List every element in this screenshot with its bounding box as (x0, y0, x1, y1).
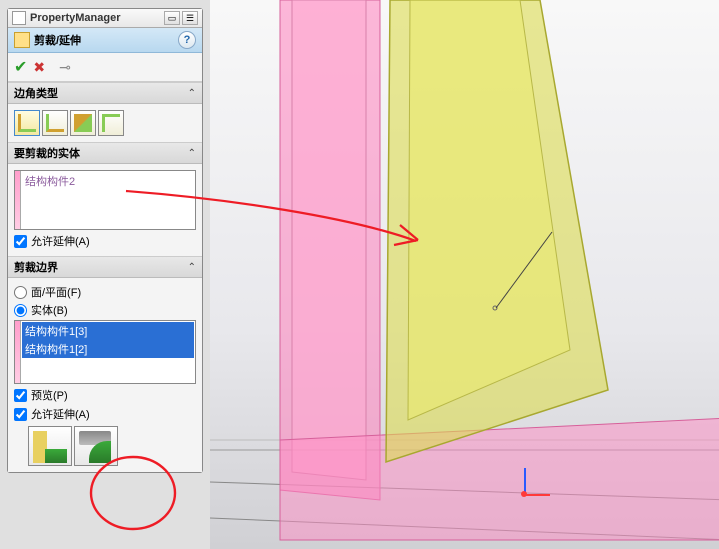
pm-tool-2-icon[interactable]: ☰ (182, 11, 198, 25)
allow-extend-input[interactable] (14, 235, 27, 248)
list-item[interactable]: 结构构件1[2] (22, 340, 194, 358)
pm-header: PropertyManager ▭ ☰ (8, 9, 202, 28)
property-manager-panel: PropertyManager ▭ ☰ 剪裁/延伸 ? ✔ ✖ ⊸ 边角类型 ⌃ (7, 8, 203, 473)
boundary-listbox[interactable]: 结构构件1[3] 结构构件1[2] (14, 320, 196, 384)
corner-type-group (14, 110, 196, 136)
chevron-up-icon: ⌃ (188, 88, 196, 99)
section-boundary-title: 剪裁边界 (14, 259, 188, 275)
section-trim-title: 要剪裁的实体 (14, 145, 188, 161)
section-corner-header[interactable]: 边角类型 ⌃ (8, 83, 202, 104)
pm-title: PropertyManager (30, 12, 164, 24)
preview-checkbox[interactable]: 预览(P) (14, 387, 196, 403)
preview-label: 预览(P) (31, 387, 68, 403)
radio-face-plane[interactable]: 面/平面(F) (14, 284, 196, 300)
pm-header-tools: ▭ ☰ (164, 11, 198, 25)
cancel-icon[interactable]: ✖ (33, 59, 45, 76)
help-icon[interactable]: ? (178, 31, 196, 49)
pm-tool-1-icon[interactable]: ▭ (164, 11, 180, 25)
end-type-coped[interactable] (74, 426, 118, 466)
allow-extend-checkbox[interactable]: 允许延伸(A) (14, 233, 196, 249)
section-corner-title: 边角类型 (14, 85, 188, 101)
section-trim-header[interactable]: 要剪裁的实体 ⌃ (8, 143, 202, 164)
radio-body-input[interactable] (14, 304, 27, 317)
radio-face-input[interactable] (14, 286, 27, 299)
trim-bodies-listbox[interactable]: 结构构件2 (14, 170, 196, 230)
graphics-viewport[interactable]: 实体 1, 1: 保留 (210, 0, 719, 549)
preview-input[interactable] (14, 389, 27, 402)
chevron-up-icon: ⌃ (188, 148, 196, 159)
pm-logo-icon (12, 11, 26, 25)
corner-type-3[interactable] (70, 110, 96, 136)
section-trim-boundary: 剪裁边界 ⌃ 面/平面(F) 实体(B) 结构构件1[3] 结构构件1[2] (8, 256, 202, 472)
radio-body-label: 实体(B) (31, 302, 68, 318)
allow-extend-label: 允许延伸(A) (31, 233, 90, 249)
allow-extend-2-label: 允许延伸(A) (31, 406, 90, 422)
ok-icon[interactable]: ✔ (14, 57, 27, 77)
feature-header: 剪裁/延伸 ? (8, 28, 202, 53)
trim-extend-icon (14, 32, 30, 48)
action-row: ✔ ✖ ⊸ (8, 53, 202, 82)
list-item[interactable]: 结构构件1[3] (22, 322, 194, 340)
allow-extend-2-checkbox[interactable]: 允许延伸(A) (14, 406, 196, 422)
radio-face-label: 面/平面(F) (31, 284, 81, 300)
feature-title: 剪裁/延伸 (34, 32, 178, 48)
corner-type-1[interactable] (14, 110, 40, 136)
model-geometry (210, 0, 719, 549)
pin-icon[interactable]: ⊸ (59, 59, 71, 76)
end-type-group (28, 426, 196, 466)
section-boundary-header[interactable]: 剪裁边界 ⌃ (8, 257, 202, 278)
chevron-up-icon: ⌃ (188, 262, 196, 273)
corner-type-4[interactable] (98, 110, 124, 136)
allow-extend-2-input[interactable] (14, 408, 27, 421)
end-type-simple[interactable] (28, 426, 72, 466)
section-corner-type: 边角类型 ⌃ (8, 82, 202, 142)
corner-type-2[interactable] (42, 110, 68, 136)
radio-body[interactable]: 实体(B) (14, 302, 196, 318)
section-trim-bodies: 要剪裁的实体 ⌃ 结构构件2 允许延伸(A) (8, 142, 202, 256)
list-item[interactable]: 结构构件2 (22, 172, 194, 190)
